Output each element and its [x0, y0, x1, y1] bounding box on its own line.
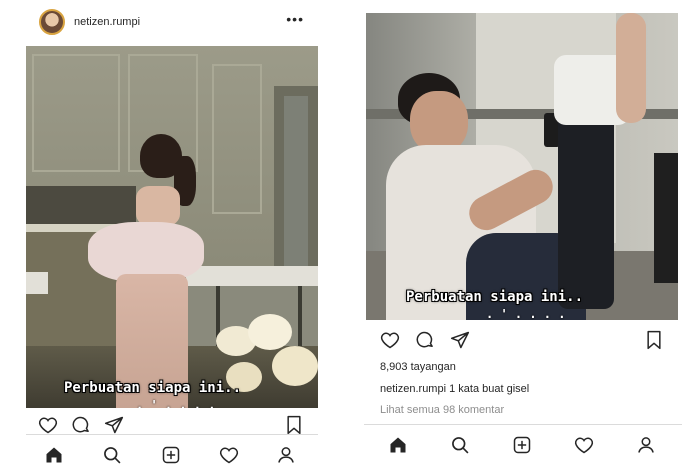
video-caption: Perbuatan siapa ini.. [64, 380, 242, 396]
post-video[interactable]: Perbuatan siapa ini.. . ' . . . . [366, 13, 678, 320]
activity-heart-icon [219, 447, 239, 464]
post-video[interactable]: Perbuatan siapa ini.. . ' . . . . [26, 46, 318, 408]
left-screenshot: netizen.rumpi ••• Perbuatan siapa ini.. … [26, 0, 318, 465]
search-icon [104, 447, 121, 464]
more-options-icon[interactable]: ••• [286, 11, 304, 27]
post-caption: netizen.rumpi 1 kata buat gisel [380, 383, 529, 395]
flower [272, 346, 318, 386]
wall-panel [212, 64, 262, 214]
left-table [26, 272, 48, 294]
wall-panel [32, 54, 120, 172]
flower [248, 314, 292, 350]
share-icon [450, 331, 470, 349]
caption-partial-line: . ' . . . . [486, 307, 566, 320]
username[interactable]: netizen.rumpi [74, 16, 140, 28]
nav-add-post[interactable] [159, 443, 183, 465]
view-count: 8,903 tayangan [380, 361, 456, 373]
nav-activity[interactable] [572, 433, 596, 457]
like-button[interactable] [378, 328, 402, 352]
bookmark-icon [287, 415, 301, 435]
video-caption: Perbuatan siapa ini.. [406, 289, 584, 305]
search-icon [452, 437, 469, 454]
man-face [410, 91, 468, 153]
table-top [186, 266, 318, 286]
right-screenshot: Perbuatan siapa ini.. . ' . . . . 8,903 … [364, 0, 682, 465]
caption-text: 1 kata buat gisel [446, 383, 530, 395]
nav-search[interactable] [100, 443, 124, 465]
kitchen-shelf [26, 186, 136, 226]
caption-username[interactable]: netizen.rumpi [380, 383, 446, 395]
bottom-navigation [26, 434, 318, 465]
post-header: netizen.rumpi ••• [26, 0, 318, 44]
nav-profile[interactable] [274, 443, 298, 465]
add-post-icon [162, 446, 180, 464]
comment-icon [72, 416, 89, 433]
activity-heart-icon [574, 437, 594, 454]
woman-shoulders [136, 186, 180, 226]
table-leg [298, 286, 302, 346]
share-icon [104, 416, 124, 434]
heart-icon [380, 332, 400, 349]
nav-home[interactable] [42, 443, 66, 465]
profile-icon [278, 447, 294, 463]
child-legs [558, 109, 614, 309]
add-post-icon [513, 436, 531, 454]
post-actions [364, 328, 682, 358]
heart-icon [38, 417, 58, 434]
bottom-navigation [364, 424, 682, 464]
profile-icon [638, 437, 654, 453]
nav-add-post[interactable] [510, 433, 534, 457]
bookmark-icon [647, 330, 661, 350]
nav-home[interactable] [386, 433, 410, 457]
share-button[interactable] [448, 328, 472, 352]
nav-activity[interactable] [217, 443, 241, 465]
home-icon [46, 447, 62, 463]
comment-icon [416, 331, 433, 348]
nav-profile[interactable] [634, 433, 658, 457]
view-all-comments-link[interactable]: Lihat semua 98 komentar [380, 404, 504, 416]
dark-furniture [654, 153, 678, 283]
child-arm [616, 13, 646, 123]
door-frame [284, 96, 308, 266]
comment-button[interactable] [413, 328, 437, 352]
home-icon [390, 437, 406, 453]
caption-partial-line: . ' . . . . [136, 398, 216, 408]
baby-wrap [88, 222, 204, 282]
nav-search[interactable] [448, 433, 472, 457]
avatar[interactable] [39, 9, 65, 35]
save-button[interactable] [642, 328, 666, 352]
